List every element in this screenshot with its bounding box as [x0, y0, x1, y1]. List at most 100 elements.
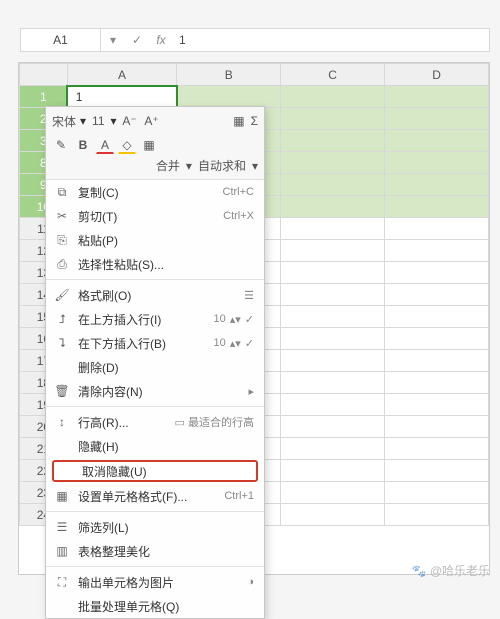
cell[interactable]	[281, 394, 385, 416]
font-color-button[interactable]: A	[96, 136, 114, 154]
cell[interactable]	[385, 372, 489, 394]
name-box-dropdown-icon[interactable]: ▾	[101, 29, 125, 51]
column-header[interactable]: A	[67, 64, 177, 86]
cell[interactable]	[385, 152, 489, 174]
fx-icon[interactable]: fx	[149, 29, 173, 51]
font-size[interactable]: 11	[90, 114, 106, 128]
cell[interactable]	[385, 350, 489, 372]
cell[interactable]	[385, 174, 489, 196]
row-header[interactable]: 1	[20, 86, 68, 108]
font-name-dropdown-icon[interactable]: ▾	[80, 114, 86, 128]
cell[interactable]	[281, 416, 385, 438]
cell[interactable]	[281, 482, 385, 504]
menu-item[interactable]: ✂剪切(T)Ctrl+X	[46, 204, 264, 228]
formula-input[interactable]: 1	[173, 33, 489, 47]
row-count-spinner[interactable]: 10▴▾✓	[213, 337, 254, 350]
cell[interactable]	[385, 394, 489, 416]
menu-item-label: 输出单元格为图片	[78, 574, 239, 591]
format-painter-icon[interactable]: ✎	[52, 136, 70, 154]
cell[interactable]	[385, 460, 489, 482]
name-box[interactable]: A1	[21, 29, 101, 51]
font-size-dropdown-icon[interactable]: ▾	[111, 114, 117, 128]
menu-item-tail-icon[interactable]: ☰	[244, 289, 254, 302]
cell[interactable]	[281, 438, 385, 460]
cell[interactable]	[281, 306, 385, 328]
menu-item[interactable]: ⮥在上方插入行(I)10▴▾✓	[46, 307, 264, 331]
column-header[interactable]: B	[177, 64, 281, 86]
cell[interactable]	[281, 350, 385, 372]
merge-label[interactable]: 合并	[156, 157, 180, 174]
fill-color-button[interactable]: ◇	[118, 136, 136, 154]
cell[interactable]: 1	[67, 86, 177, 108]
menu-item[interactable]: 🗑清除内容(N)▸	[46, 379, 264, 403]
cell[interactable]	[385, 240, 489, 262]
menu-item[interactable]: ▥表格整理美化	[46, 539, 264, 563]
cell[interactable]	[385, 306, 489, 328]
chevron-down-icon[interactable]: ▾	[252, 159, 258, 173]
cell[interactable]	[385, 130, 489, 152]
autosum-label[interactable]: 自动求和	[198, 157, 246, 174]
menu-item[interactable]: ↕行高(R)...▭ 最适合的行高	[46, 410, 264, 434]
cell[interactable]	[385, 482, 489, 504]
cell[interactable]	[281, 328, 385, 350]
menu-item-label: 隐藏(H)	[78, 438, 254, 455]
cell[interactable]	[177, 86, 281, 108]
cell[interactable]	[281, 174, 385, 196]
menu-item-icon: ⧉	[54, 185, 70, 200]
menu-item[interactable]: ⧉复制(C)Ctrl+C	[46, 180, 264, 204]
menu-item[interactable]: ⮧在下方插入行(B)10▴▾✓	[46, 331, 264, 355]
bold-button[interactable]: B	[74, 136, 92, 154]
menu-item[interactable]: ⎙选择性粘贴(S)...	[46, 252, 264, 276]
cell[interactable]	[385, 284, 489, 306]
merge-cells-icon[interactable]: ▦	[233, 114, 244, 128]
cell[interactable]	[385, 328, 489, 350]
cell[interactable]	[281, 504, 385, 526]
cell[interactable]	[281, 284, 385, 306]
cell[interactable]	[281, 218, 385, 240]
decrease-font-icon[interactable]: A⁻	[121, 112, 139, 130]
cell[interactable]	[385, 196, 489, 218]
cell[interactable]	[385, 108, 489, 130]
cell[interactable]	[281, 372, 385, 394]
cell[interactable]	[281, 108, 385, 130]
cell[interactable]	[281, 152, 385, 174]
autosum-icon[interactable]: Σ	[251, 114, 258, 128]
submenu-arrow-icon: ▸	[248, 385, 254, 398]
cell[interactable]	[385, 438, 489, 460]
select-all-corner[interactable]	[20, 64, 68, 86]
menu-item[interactable]: ⎘粘贴(P)	[46, 228, 264, 252]
cell[interactable]	[385, 86, 489, 108]
column-header[interactable]: D	[385, 64, 489, 86]
menu-item-icon: 🗑	[54, 384, 70, 398]
cell[interactable]	[385, 262, 489, 284]
menu-item[interactable]: 🖌格式刷(O)☰	[46, 283, 264, 307]
menu-item[interactable]: ☰筛选列(L)	[46, 515, 264, 539]
row-count-spinner[interactable]: 10▴▾✓	[213, 313, 254, 326]
cell[interactable]	[385, 218, 489, 240]
menu-item[interactable]: ▦设置单元格格式(F)...Ctrl+1	[46, 484, 264, 508]
chevron-down-icon[interactable]: ▾	[186, 159, 192, 173]
menu-item[interactable]: ⛶输出单元格为图片◑	[46, 570, 264, 594]
cell[interactable]	[281, 460, 385, 482]
menu-separator	[46, 511, 264, 512]
cell[interactable]	[281, 86, 385, 108]
increase-font-icon[interactable]: A⁺	[143, 112, 161, 130]
font-name[interactable]: 宋体	[52, 113, 76, 130]
menu-item[interactable]: 批量处理单元格(Q)	[46, 594, 264, 618]
cell[interactable]	[385, 504, 489, 526]
cell[interactable]	[281, 240, 385, 262]
cell[interactable]	[281, 196, 385, 218]
cell[interactable]	[281, 130, 385, 152]
menu-item-label: 在上方插入行(I)	[78, 311, 205, 328]
menu-item-label: 取消隐藏(U)	[82, 463, 250, 480]
menu-item[interactable]: 隐藏(H)	[46, 434, 264, 458]
column-header-row: A B C D	[20, 64, 489, 86]
menu-item-tail[interactable]: ▭ 最适合的行高	[175, 414, 254, 430]
borders-button[interactable]: ▦	[140, 136, 158, 154]
formula-accept-icon[interactable]: ✓	[125, 29, 149, 51]
menu-item[interactable]: 删除(D)	[46, 355, 264, 379]
menu-item[interactable]: 取消隐藏(U)	[52, 460, 258, 482]
cell[interactable]	[385, 416, 489, 438]
column-header[interactable]: C	[281, 64, 385, 86]
cell[interactable]	[281, 262, 385, 284]
